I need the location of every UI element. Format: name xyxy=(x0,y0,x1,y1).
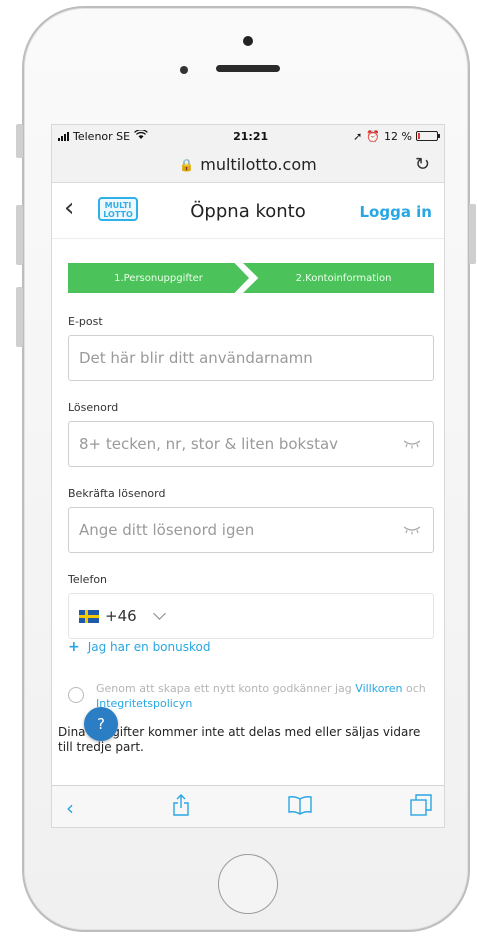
lock-icon: 🔒 xyxy=(179,157,195,172)
help-icon: ? xyxy=(97,715,105,733)
bonus-code-toggle[interactable]: + Jag har en bonuskod xyxy=(68,639,210,655)
screen: Telenor SE 21:21 ➚ ⏰ 12 % 🔒 multilotto.c… xyxy=(51,124,445,828)
password-field-wrapper xyxy=(68,421,434,467)
confirm-password-field[interactable] xyxy=(79,521,423,539)
battery-icon xyxy=(416,131,440,141)
sweden-flag-icon xyxy=(79,609,99,623)
power-button xyxy=(469,204,476,264)
chevron-down-icon[interactable] xyxy=(152,607,166,620)
consent-text: Genom att skapa ett nytt konto godkänner… xyxy=(68,681,434,711)
country-code[interactable]: +46 xyxy=(105,607,137,625)
progress-steps: 1.Personuppgifter 2.Kontoinformation xyxy=(68,263,434,293)
volume-up-button xyxy=(16,205,23,265)
alarm-icon: ⏰ xyxy=(366,129,381,143)
password-field[interactable] xyxy=(79,435,423,453)
email-label: E-post xyxy=(68,315,103,328)
email-field-wrapper xyxy=(68,335,434,381)
confirm-password-field-wrapper xyxy=(68,507,434,553)
signal-icon xyxy=(58,131,69,141)
step-personal-info: 1.Personuppgifter xyxy=(68,263,249,293)
plus-icon: + xyxy=(68,639,80,655)
confirm-password-label: Bekräfta lösenord xyxy=(68,487,166,500)
url-text: multilotto.com xyxy=(200,155,317,174)
proximity-sensor xyxy=(180,66,188,74)
phone-label: Telefon xyxy=(68,573,108,586)
privacy-policy-link[interactable]: Integritetspolicyn xyxy=(96,697,192,710)
earpiece-speaker xyxy=(216,65,280,72)
bookmarks-icon[interactable] xyxy=(288,795,312,820)
step-label: 1.Personuppgifter xyxy=(114,272,203,284)
consent-and: och xyxy=(405,682,426,695)
carrier-name: Telenor SE xyxy=(73,129,131,143)
home-button[interactable] xyxy=(218,854,278,914)
back-arrow-icon[interactable]: ‹ xyxy=(66,796,74,820)
signup-form: E-post Lösenord Bekräfta lösenord Telefo… xyxy=(68,315,434,659)
share-icon[interactable] xyxy=(172,794,190,821)
consent-checkbox[interactable] xyxy=(68,687,84,703)
battery-percent: 12 % xyxy=(384,129,412,143)
email-field[interactable] xyxy=(79,349,423,367)
bonus-code-label: Jag har en bonuskod xyxy=(87,640,211,654)
help-button[interactable]: ? xyxy=(84,707,118,741)
volume-down-button xyxy=(16,287,23,347)
step-label: 2.Kontoinformation xyxy=(295,272,392,284)
consent-row: Genom att skapa ett nytt konto godkänner… xyxy=(68,681,434,711)
mute-switch xyxy=(16,124,23,158)
password-label: Lösenord xyxy=(68,401,119,414)
tabs-icon[interactable] xyxy=(410,794,432,821)
reload-icon[interactable]: ↻ xyxy=(415,154,430,175)
status-bar: Telenor SE 21:21 ➚ ⏰ 12 % xyxy=(52,125,444,147)
address-bar[interactable]: 🔒 multilotto.com ↻ xyxy=(52,147,444,183)
front-camera xyxy=(243,36,253,46)
consent-text-start: Genom att skapa ett nytt konto godkänner… xyxy=(96,682,352,695)
eye-closed-icon[interactable] xyxy=(403,522,421,536)
location-icon: ➚ xyxy=(353,129,363,143)
login-link[interactable]: Logga in xyxy=(359,203,432,221)
clock: 21:21 xyxy=(233,129,269,143)
eye-closed-icon[interactable] xyxy=(403,436,421,450)
wifi-icon xyxy=(134,128,148,143)
step-account-info: 2.Kontoinformation xyxy=(243,263,434,293)
battery-fill xyxy=(418,133,421,139)
app-header: ‹ MULTI LOTTO Öppna konto Logga in xyxy=(52,183,444,239)
phone-field[interactable]: +46 xyxy=(68,593,434,639)
terms-link[interactable]: Villkoren xyxy=(355,682,402,695)
browser-toolbar: ‹ xyxy=(52,785,444,827)
